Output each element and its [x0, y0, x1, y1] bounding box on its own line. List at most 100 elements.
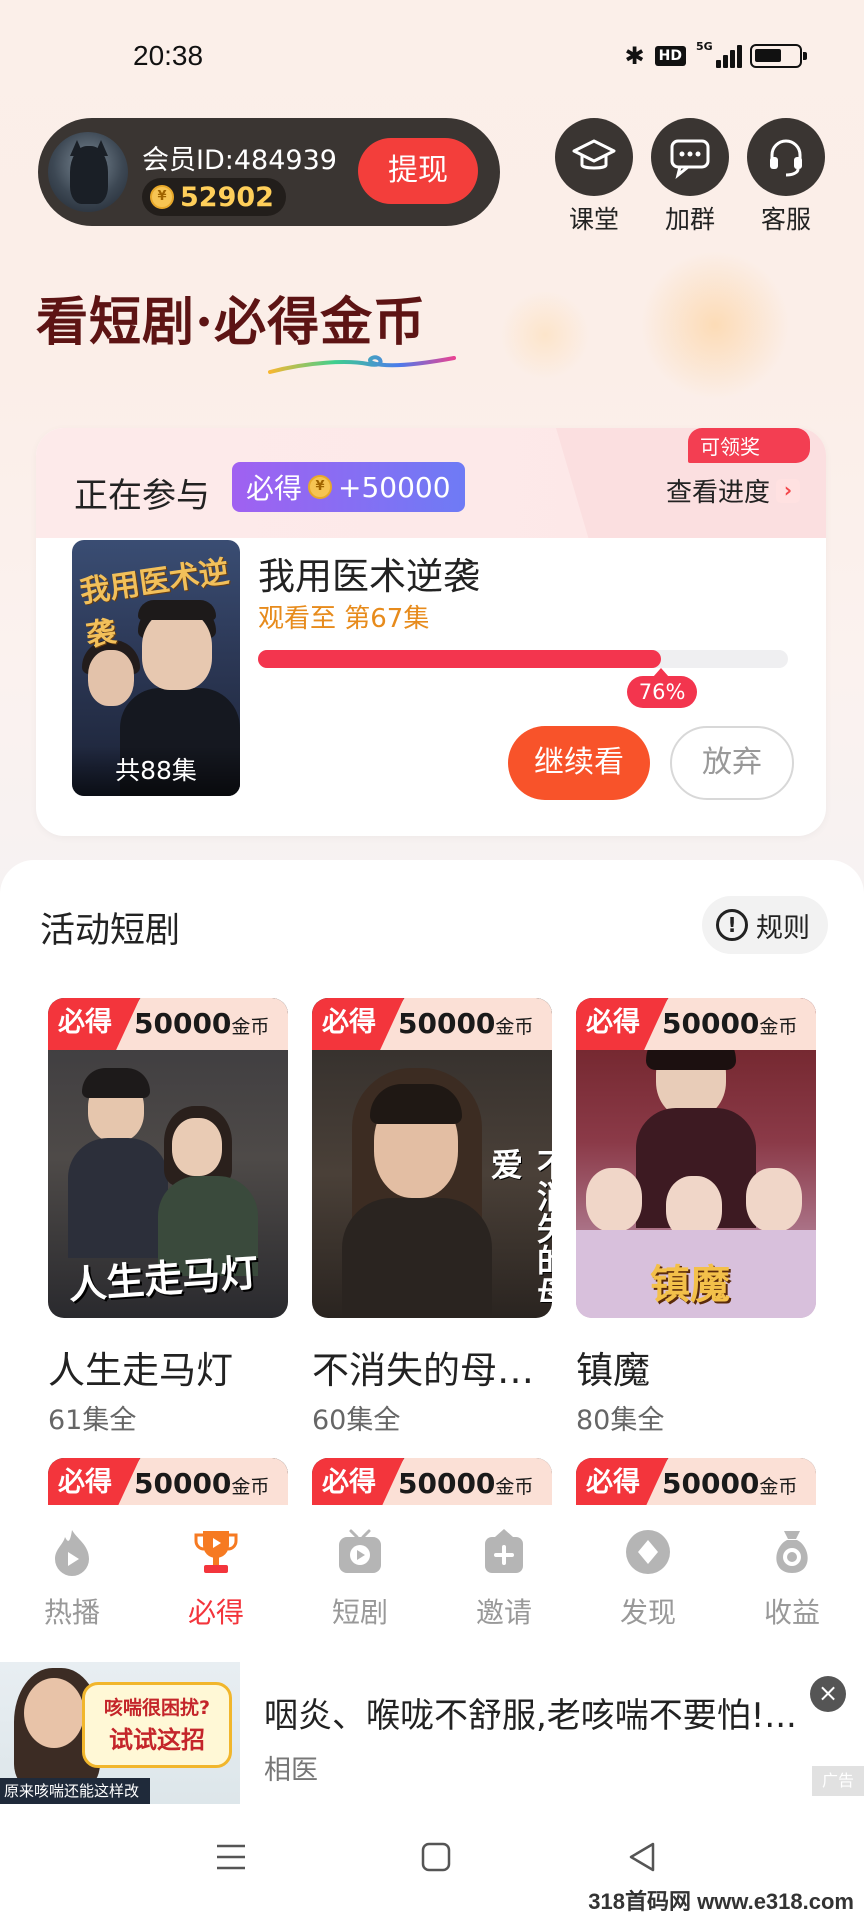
reward-amount: 50000: [662, 1007, 760, 1040]
top-action-label: 客服: [760, 205, 811, 234]
tab-discover[interactable]: 发现: [588, 1527, 708, 1631]
drama-episodes: 61集全: [48, 1405, 137, 1436]
activity-dramas-section: 活动短剧 ! 规则 人生走马灯 50000金币 必得 人生走马灯 61集全 不消…: [0, 860, 864, 1510]
tab-earnings[interactable]: 收益: [732, 1527, 852, 1631]
top-action-support[interactable]: 客服: [746, 118, 826, 236]
reward-amount: 50000: [398, 1467, 496, 1500]
close-icon[interactable]: ×: [810, 1676, 846, 1712]
drama-name: 人生走马灯: [48, 1349, 233, 1392]
ad-image-caption: 原来咳喘还能这样改善: [0, 1778, 150, 1804]
reward-badge: 50000金币 必得: [576, 998, 816, 1050]
drama-episodes: 60集全: [312, 1405, 401, 1436]
reward-amount: 50000: [134, 1467, 232, 1500]
view-progress-link[interactable]: 查看进度 ›: [666, 472, 800, 509]
menu-icon[interactable]: [214, 1840, 248, 1874]
reward-unit: 金币: [231, 1016, 270, 1038]
tv-play-icon: [339, 1529, 381, 1573]
tab-label: 短剧: [331, 1596, 388, 1629]
money-bag-icon: [776, 1531, 808, 1573]
reward-badge: 50000金币 必得: [312, 1458, 552, 1508]
top-action-label: 课堂: [568, 205, 619, 234]
rules-button[interactable]: ! 规则: [702, 896, 828, 954]
status-bar: 20:38 ✱ HD 5G: [0, 0, 864, 110]
ad-bubble-line1: 咳喘很困扰?: [103, 1697, 211, 1719]
ad-bubble-line2: 试试这招: [109, 1726, 205, 1754]
top-action-label: 加群: [664, 205, 715, 234]
section-title: 活动短剧: [40, 911, 181, 951]
ad-banner[interactable]: 咳喘很困扰? 试试这招 原来咳喘还能这样改善 咽炎、喉咙不舒服,老咳喘不要怕!.…: [0, 1660, 864, 1810]
rules-label: 规则: [756, 912, 810, 944]
withdraw-button[interactable]: 提现: [358, 138, 478, 204]
tab-invite[interactable]: 邀请: [444, 1527, 564, 1631]
member-id: 会员ID:484939: [142, 145, 337, 176]
poster-title-art: 镇魔: [650, 1261, 730, 1308]
info-icon: !: [716, 909, 748, 941]
battery-icon: [750, 44, 807, 68]
hd-icon: HD: [654, 46, 686, 66]
signal-icon: 5G: [696, 40, 742, 68]
trophy-icon: [194, 1531, 238, 1573]
drama-poster: 不消失的母爱 50000金币 必得: [312, 998, 552, 1318]
top-action-class[interactable]: 课堂: [554, 118, 634, 236]
poster-title-art: 不消失的母爱: [486, 1148, 552, 1308]
drama-poster: 人生走马灯 50000金币 必得: [48, 998, 288, 1318]
reward-amount: +50000: [338, 470, 451, 504]
participating-title: 正在参与: [74, 476, 210, 516]
drama-episodes: 80集全: [576, 1405, 665, 1436]
tab-label: 热播: [43, 1596, 100, 1629]
continue-watching-button[interactable]: 继续看: [508, 726, 650, 800]
decor-coin-glow: [640, 250, 790, 400]
chevron-right-icon: ›: [776, 478, 800, 503]
drama-card-partial[interactable]: 50000金币 必得: [48, 1458, 288, 1508]
top-action-join-group[interactable]: 加群: [650, 118, 730, 236]
drama-card[interactable]: 人生走马灯 50000金币 必得 人生走马灯 61集全: [48, 998, 288, 1437]
reward-unit: 金币: [759, 1016, 798, 1038]
tab-hot[interactable]: 热播: [12, 1527, 132, 1631]
avatar[interactable]: [48, 132, 128, 212]
view-progress-label: 查看进度: [665, 478, 770, 508]
ad-label: 广告: [811, 1766, 864, 1796]
drama-title: 我用医术逆袭: [258, 555, 480, 598]
discover-icon: [626, 1530, 670, 1574]
ad-title[interactable]: 咽炎、喉咙不舒服,老咳喘不要怕!...: [264, 1688, 812, 1737]
reward-unit: 金币: [495, 1016, 534, 1038]
tab-guaranteed[interactable]: 必得: [156, 1527, 276, 1631]
reward-unit: 金币: [759, 1476, 798, 1498]
drama-card-partial[interactable]: 50000金币 必得: [576, 1458, 816, 1508]
graduation-cap-icon: [555, 118, 633, 196]
watch-progress-bar: [258, 650, 788, 668]
drama-card[interactable]: 镇魔 50000金币 必得 镇魔 80集全: [576, 998, 816, 1437]
tab-short-drama[interactable]: 短剧: [300, 1527, 420, 1631]
bluetooth-icon: ✱: [624, 42, 645, 70]
poster-title-art: 人生走马灯: [66, 1249, 260, 1308]
system-navigation-bar: 318首码网 www.e318.com: [0, 1812, 864, 1920]
coin-balance-value: 52902: [180, 181, 274, 213]
reward-pill: 必得 ¥ +50000: [232, 462, 465, 512]
tab-label: 邀请: [475, 1596, 532, 1629]
ad-source: 相医: [264, 1755, 318, 1786]
current-drama-poster[interactable]: 我用医术逆袭 共88集: [72, 540, 240, 796]
chat-group-icon: [651, 118, 729, 196]
tab-label: 必得: [187, 1596, 244, 1629]
decor-coin-glow-small: [500, 290, 590, 380]
reward-prefix: 必得: [246, 472, 303, 505]
flame-play-icon: [55, 1530, 89, 1576]
reward-badge: 50000金币 必得: [312, 998, 552, 1050]
back-icon[interactable]: [626, 1840, 658, 1874]
watch-progress-fill: [258, 650, 661, 668]
reward-badge: 50000金币 必得: [48, 998, 288, 1050]
drama-card-partial[interactable]: 50000金币 必得: [312, 1458, 552, 1508]
progress-percent-tag: 76%: [626, 668, 698, 708]
drama-name: 不消失的母…: [312, 1349, 534, 1392]
reward-unit: 金币: [495, 1476, 534, 1498]
coin-icon: ¥: [150, 185, 174, 209]
status-icons: ✱ HD 5G: [624, 40, 807, 70]
abandon-button[interactable]: 放弃: [670, 726, 794, 800]
headset-icon: [747, 118, 825, 196]
reward-unit: 金币: [231, 1476, 270, 1498]
rainbow-squiggle-icon: [268, 355, 456, 374]
reward-amount: 50000: [398, 1007, 496, 1040]
reward-badge: 50000金币 必得: [576, 1458, 816, 1508]
drama-card[interactable]: 不消失的母爱 50000金币 必得 不消失的母… 60集全: [312, 998, 552, 1437]
home-icon[interactable]: [420, 1840, 452, 1874]
